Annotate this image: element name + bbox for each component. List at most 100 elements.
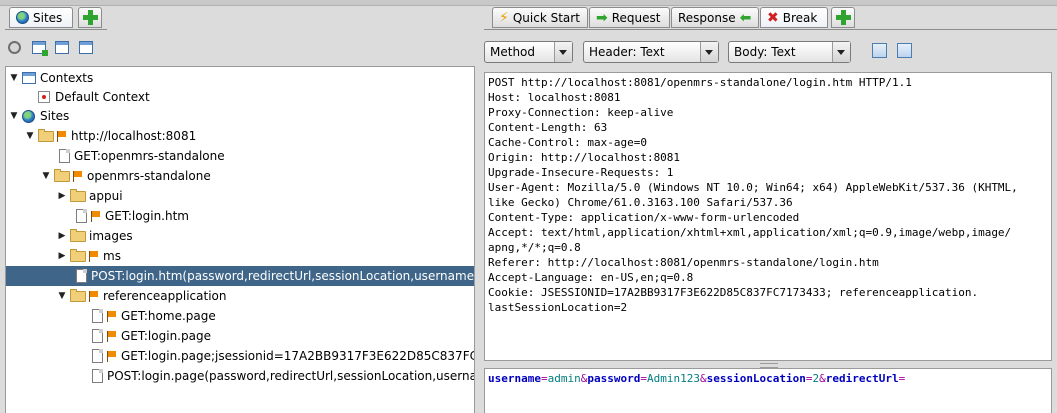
tree-node-get-login-page-jsessionid[interactable]: GET:login.page;jsessionid=17A2BB9317F3E6… bbox=[6, 346, 474, 366]
flag-icon bbox=[91, 210, 101, 222]
tab-sites[interactable]: Sites bbox=[9, 7, 73, 28]
globe-icon bbox=[22, 109, 35, 123]
export-context-icon[interactable] bbox=[79, 41, 93, 54]
header-line: apng,*/*;q=0.8 bbox=[488, 241, 581, 254]
flag-icon bbox=[107, 330, 117, 342]
tree-node-get-home-page[interactable]: GET:home.page bbox=[6, 306, 474, 326]
expand-toggle-icon[interactable]: ▼ bbox=[25, 131, 35, 141]
tree-label: openmrs-standalone bbox=[87, 169, 211, 183]
tree-node-images[interactable]: ▶ images bbox=[6, 226, 474, 246]
header-line: Content-Length: 63 bbox=[488, 121, 608, 134]
tree-node-sites[interactable]: ▼ Sites bbox=[6, 106, 474, 126]
tree-node-default-context[interactable]: Default Context bbox=[6, 87, 474, 107]
body-format-select[interactable]: Body: Text bbox=[728, 41, 851, 63]
param-separator: & bbox=[699, 372, 707, 385]
tab-response-label: Response bbox=[678, 10, 736, 25]
tree-node-get-openmrs[interactable]: GET:openmrs-standalone bbox=[6, 146, 474, 166]
request-header-textarea[interactable]: POST http://localhost:8081/openmrs-stand… bbox=[484, 72, 1052, 361]
flag-icon bbox=[107, 310, 117, 322]
gear-icon[interactable] bbox=[8, 41, 21, 54]
add-left-tab-button[interactable] bbox=[78, 7, 102, 28]
tab-response[interactable]: Response ⬅ bbox=[671, 7, 759, 28]
header-line: Origin: http://localhost:8081 bbox=[488, 151, 681, 164]
header-line: Accept-Language: en-US,en;q=0.8 bbox=[488, 271, 694, 284]
tab-break[interactable]: ✖ Break bbox=[760, 7, 828, 28]
header-line: Host: localhost:8081 bbox=[488, 91, 621, 104]
arrow-right-icon: ➡ bbox=[596, 9, 608, 26]
tab-view-icon[interactable] bbox=[897, 43, 912, 58]
header-format-select[interactable]: Header: Text bbox=[583, 41, 719, 63]
vertical-split-handle[interactable] bbox=[476, 305, 482, 317]
tree-node-appui[interactable]: ▶ appui bbox=[6, 186, 474, 206]
folder-open-icon bbox=[54, 168, 70, 182]
document-icon bbox=[59, 149, 70, 163]
split-view-icon[interactable] bbox=[872, 43, 887, 58]
document-icon bbox=[92, 349, 103, 363]
folder-icon bbox=[70, 188, 86, 202]
param-key: sessionLocation bbox=[706, 372, 806, 385]
expand-toggle-icon[interactable]: ▼ bbox=[9, 111, 19, 121]
tree-node-referenceapplication[interactable]: ▼ referenceapplication bbox=[6, 286, 474, 306]
flag-icon bbox=[89, 290, 99, 302]
tree-label: images bbox=[89, 229, 133, 243]
chevron-down-icon bbox=[700, 42, 718, 62]
expand-toggle-icon[interactable]: ▼ bbox=[57, 291, 67, 301]
new-context-icon[interactable] bbox=[32, 41, 48, 56]
tree-node-get-login-page[interactable]: GET:login.page bbox=[6, 326, 474, 346]
collapse-toggle-icon[interactable]: ▶ bbox=[57, 191, 67, 201]
right-tab-underline bbox=[484, 29, 1057, 30]
tree-node-openmrs-standalone[interactable]: ▼ openmrs-standalone bbox=[6, 166, 474, 186]
tab-request-label: Request bbox=[611, 10, 661, 25]
add-tab-icon bbox=[82, 10, 98, 25]
folder-open-icon bbox=[38, 128, 54, 142]
tree-node-post-login-page[interactable]: POST:login.page(password,redirectUrl,ses… bbox=[6, 366, 474, 386]
tree-label: POST:login.htm(password,redirectUrl,sess… bbox=[91, 269, 475, 283]
param-key: redirectUrl bbox=[825, 372, 899, 385]
folder-icon bbox=[70, 228, 86, 242]
flag-icon bbox=[89, 250, 99, 262]
tab-quick-start[interactable]: ⚡ Quick Start bbox=[492, 7, 588, 28]
chevron-down-icon bbox=[554, 42, 572, 62]
tree-label: Contexts bbox=[40, 71, 94, 85]
chevron-down-icon bbox=[832, 42, 850, 62]
tree-node-contexts[interactable]: ▼ Contexts bbox=[6, 68, 474, 88]
tree-label: GET:home.page bbox=[121, 309, 216, 323]
method-select-label: Method bbox=[490, 45, 536, 59]
expand-toggle-icon[interactable]: ▼ bbox=[41, 171, 51, 181]
header-line: Accept: text/html,application/xhtml+xml,… bbox=[488, 226, 1012, 239]
tree-label: GET:login.page bbox=[121, 329, 211, 343]
request-body-textarea[interactable]: username=admin&password=Admin123&session… bbox=[484, 368, 1052, 413]
tree-node-post-login-htm[interactable]: POST:login.htm(password,redirectUrl,sess… bbox=[6, 266, 474, 286]
close-x-icon: ✖ bbox=[767, 9, 779, 26]
param-key: password bbox=[587, 372, 641, 385]
collapse-toggle-icon[interactable]: ▶ bbox=[57, 231, 67, 241]
tree-label: ms bbox=[103, 249, 121, 263]
tab-break-label: Break bbox=[782, 10, 818, 25]
header-line: Referer: http://localhost:8081/openmrs-s… bbox=[488, 256, 879, 269]
tree-node-get-login-htm[interactable]: GET:login.htm bbox=[6, 206, 474, 226]
header-line: User-Agent: Mozilla/5.0 (Windows NT 10.0… bbox=[488, 181, 1018, 194]
tab-request[interactable]: ➡ Request bbox=[589, 7, 670, 28]
sites-tree[interactable]: ▼ Contexts Default Context ▼ Sites ▼ htt… bbox=[5, 66, 475, 413]
header-line: like Gecko) Chrome/61.0.3163.100 Safari/… bbox=[488, 196, 793, 209]
document-icon bbox=[92, 329, 103, 343]
param-value: Admin123 bbox=[646, 372, 700, 385]
arrow-left-icon: ⬅ bbox=[739, 9, 752, 26]
tree-node-localhost[interactable]: ▼ http://localhost:8081 bbox=[6, 126, 474, 146]
header-format-label: Header: Text bbox=[589, 45, 665, 59]
param-equals: = bbox=[805, 372, 813, 385]
tree-label: GET:login.htm bbox=[105, 209, 189, 223]
method-select[interactable]: Method bbox=[484, 41, 573, 63]
param-equals: = bbox=[540, 372, 548, 385]
flag-icon bbox=[73, 170, 83, 182]
add-tab-icon bbox=[835, 10, 851, 25]
add-right-tab-button[interactable] bbox=[831, 7, 855, 28]
import-context-icon[interactable] bbox=[55, 41, 69, 54]
param-equals: = bbox=[898, 372, 906, 385]
tree-label: referenceapplication bbox=[103, 289, 227, 303]
collapse-toggle-icon[interactable]: ▶ bbox=[57, 251, 67, 261]
expand-toggle-icon[interactable]: ▼ bbox=[9, 73, 19, 83]
tree-node-ms[interactable]: ▶ ms bbox=[6, 246, 474, 266]
body-format-label: Body: Text bbox=[734, 45, 796, 59]
folder-icon bbox=[70, 248, 86, 262]
